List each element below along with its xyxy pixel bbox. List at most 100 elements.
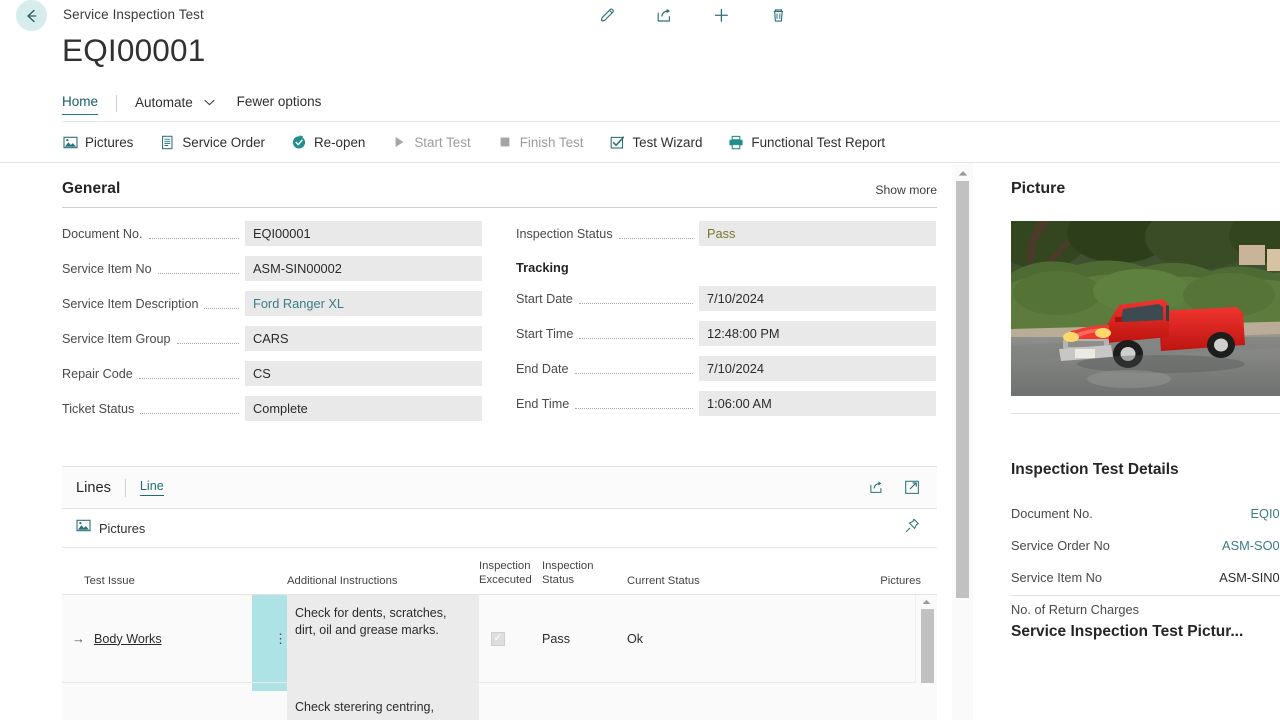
col-inspection-status[interactable]: Inspection Status [542, 559, 627, 594]
table-row[interactable]: → Body Works ⋮ Check for dents, scratche… [62, 595, 937, 683]
share-icon[interactable] [867, 479, 885, 497]
lines-title: Lines [76, 480, 111, 496]
row-selection-marker [252, 683, 274, 691]
lines-tab-line[interactable]: Line [140, 479, 164, 496]
col-additional-instructions[interactable]: Additional Instructions [287, 575, 479, 594]
field-service-item-description: Service Item Description Ford Ranger XL [62, 291, 482, 316]
edit-icon[interactable] [595, 3, 619, 27]
new-icon[interactable] [709, 3, 733, 27]
field-repair-code-value[interactable]: CS [245, 361, 482, 386]
back-arrow-icon [23, 7, 41, 25]
factbox-pane: Picture [975, 163, 1280, 720]
leader-dots [140, 402, 239, 414]
field-repair-code: Repair Code CS [62, 361, 482, 386]
share-icon[interactable] [652, 3, 676, 27]
lines-pictures-label[interactable]: Pictures [99, 521, 145, 536]
ribbon-finish-test-label: Finish Test [520, 135, 584, 150]
tab-automate[interactable]: Automate [135, 92, 215, 115]
back-button[interactable] [16, 0, 47, 31]
cell-additional-instructions[interactable]: Check sterering centring, [287, 683, 479, 720]
show-more-link[interactable]: Show more [875, 183, 937, 197]
tab-home[interactable]: Home [62, 92, 98, 115]
field-start-time-value[interactable]: 12:48:00 PM [699, 321, 936, 346]
field-end-date-value[interactable]: 7/10/2024 [699, 356, 936, 381]
field-start-date-value[interactable]: 7/10/2024 [699, 286, 936, 311]
ribbon-service-order-button[interactable]: Service Order [159, 134, 265, 150]
cell-current-status[interactable] [627, 683, 835, 720]
ribbon-functional-test-report-button[interactable]: Functional Test Report [728, 134, 885, 150]
delete-icon[interactable] [766, 3, 790, 27]
row-menu-button[interactable] [274, 683, 287, 691]
field-end-date: End Date 7/10/2024 [516, 356, 936, 381]
general-section-header: General Show more [62, 180, 937, 198]
leader-dots [575, 362, 693, 374]
pin-icon[interactable] [904, 517, 937, 539]
table-scroll-up-button[interactable] [916, 595, 937, 609]
factbox-service-order-no-value[interactable]: ASM-SO0001 [1222, 538, 1280, 553]
factbox-document-no-value[interactable]: EQI0000 [1250, 506, 1280, 521]
cell-pictures[interactable] [835, 595, 921, 682]
field-ticket-status: Ticket Status Complete [62, 396, 482, 421]
ribbon-finish-test-button: Finish Test [497, 134, 584, 150]
factbox-divider-2 [1011, 595, 1280, 596]
cell-test-issue-link[interactable]: Body Works [94, 632, 162, 646]
field-service-item-description-value[interactable]: Ford Ranger XL [245, 291, 482, 316]
cell-pictures[interactable] [835, 683, 921, 720]
chevron-down-icon [204, 94, 215, 109]
factbox-picture-title: Picture [1011, 180, 1280, 198]
cell-inspection-executed[interactable]: ✓ [479, 595, 542, 682]
ribbon-test-wizard-button[interactable]: Test Wizard [609, 134, 702, 150]
leader-dots [158, 262, 239, 274]
main-scroll-thumb[interactable] [956, 181, 969, 598]
field-inspection-status: Inspection Status Pass [516, 221, 936, 246]
col-inspection-executed-line1: Inspection [479, 559, 542, 573]
ribbon-reopen-button[interactable]: Re-open [291, 134, 365, 150]
main-content-pane: General Show more Document No. EQI00001 … [0, 163, 955, 720]
leader-dots [149, 227, 240, 239]
col-test-issue[interactable]: Test Issue [62, 575, 287, 594]
checkbox-checked-icon[interactable]: ✓ [491, 632, 505, 646]
general-divider [62, 207, 937, 208]
tab-strip-divider [62, 121, 1280, 122]
open-in-new-window-icon[interactable] [903, 479, 921, 497]
breadcrumb[interactable]: Service Inspection Test [63, 7, 204, 22]
cell-additional-instructions[interactable]: Check for dents, scratches, dirt, oil an… [287, 595, 479, 682]
table-row[interactable]: Check sterering centring, [62, 683, 937, 720]
factbox-service-item-no-value[interactable]: ASM-SIN0000 [1219, 570, 1280, 585]
field-inspection-status-label: Inspection Status [516, 227, 613, 241]
cell-inspection-status[interactable] [542, 683, 627, 720]
tab-strip: Home Automate Fewer options [62, 88, 321, 118]
field-document-no-value[interactable]: EQI00001 [245, 221, 482, 246]
cell-current-status[interactable]: Ok [627, 595, 835, 682]
field-service-item-no-value[interactable]: ASM-SIN00002 [245, 256, 482, 281]
leader-dots [139, 367, 239, 379]
cell-inspection-executed[interactable] [479, 683, 542, 720]
field-end-time-value[interactable]: 1:06:00 AM [699, 391, 936, 416]
document-icon [159, 134, 175, 150]
field-start-date-label: Start Date [516, 292, 573, 306]
reopen-icon [291, 134, 307, 150]
field-service-item-group: Service Item Group CARS [62, 326, 482, 351]
tab-automate-label: Automate [135, 95, 193, 110]
lines-section: Lines Line Pictures T [62, 466, 937, 720]
main-scrollbar[interactable] [952, 163, 973, 720]
cell-test-issue[interactable] [62, 683, 252, 720]
ribbon-pictures-button[interactable]: Pictures [62, 134, 133, 150]
vehicle-photo [1011, 221, 1280, 396]
col-pictures[interactable]: Pictures [835, 575, 921, 594]
cell-test-issue[interactable]: → Body Works [62, 595, 252, 682]
leader-dots [177, 332, 240, 344]
col-inspection-executed[interactable]: Inspection Excecuted [479, 559, 542, 594]
lines-header: Lines Line [62, 467, 937, 509]
factbox-details-title: Inspection Test Details [1011, 461, 1179, 479]
field-ticket-status-value[interactable]: Complete [245, 396, 482, 421]
tab-fewer-options[interactable]: Fewer options [237, 92, 322, 114]
col-current-status[interactable]: Current Status [627, 575, 835, 594]
row-menu-button[interactable]: ⋮ [274, 595, 287, 682]
field-inspection-status-value[interactable]: Pass [699, 221, 936, 246]
cell-inspection-status[interactable]: Pass [542, 595, 627, 682]
field-service-item-group-value[interactable]: CARS [245, 326, 482, 351]
factbox-row-service-order-no: Service Order No ASM-SO0001 [1011, 533, 1280, 558]
field-document-no-label: Document No. [62, 227, 143, 241]
main-scroll-up-button[interactable] [952, 166, 973, 180]
